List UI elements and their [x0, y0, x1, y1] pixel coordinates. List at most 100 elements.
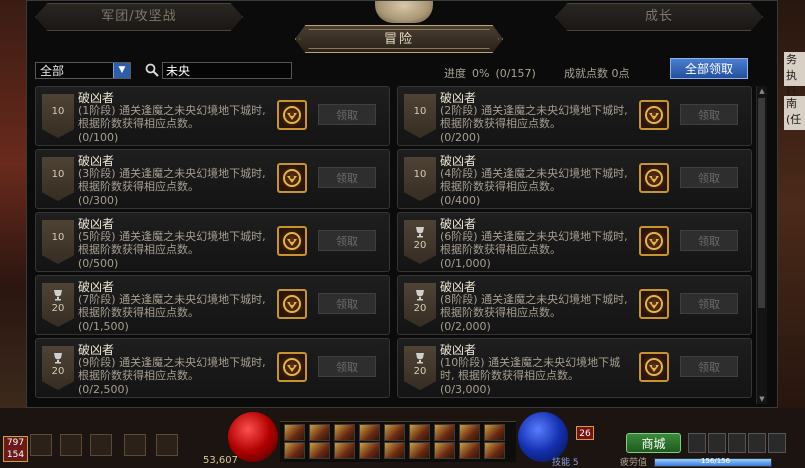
skill-slot[interactable]: [359, 442, 380, 459]
badge: 10: [404, 94, 436, 138]
achievement-count: (0/100): [78, 131, 119, 144]
skill-slot[interactable]: [459, 442, 480, 459]
reward-box-icon[interactable]: [277, 289, 307, 319]
achievement-desc: (2阶段) 通关逢魔之未央幻境地下城时, 根据阶数获得相应点数。: [440, 104, 628, 130]
reward-box-icon[interactable]: [277, 352, 307, 382]
menu-icon[interactable]: [708, 433, 726, 453]
reward-box-icon[interactable]: [277, 100, 307, 130]
tab-adventure[interactable]: 冒险: [295, 25, 503, 53]
notification-badge[interactable]: 26: [576, 426, 594, 440]
menu-icon[interactable]: [728, 433, 746, 453]
quick-slot[interactable]: [90, 434, 112, 456]
achievement-card: 20 破凶者 (9阶段) 通关逢魔之未央幻境地下城时, 根据阶数获得相应点数。 …: [35, 338, 390, 398]
claim-button[interactable]: 领取: [318, 167, 376, 188]
achievement-desc: (7阶段) 通关逢魔之未央幻境地下城时, 根据阶数获得相应点数。: [78, 293, 266, 319]
reward-box-icon[interactable]: [277, 163, 307, 193]
skill-slot[interactable]: [384, 424, 405, 441]
fatigue-label: 疲劳值: [620, 458, 648, 468]
scroll-down-icon[interactable]: ▼: [757, 394, 767, 404]
reward-emblem-icon: [645, 295, 663, 313]
skill-slot[interactable]: [359, 424, 380, 441]
achievement-points: 成就点数 0点: [564, 67, 630, 80]
achievement-count: (0/200): [440, 131, 481, 144]
quick-slot[interactable]: [30, 434, 52, 456]
skill-slot[interactable]: [409, 442, 430, 459]
quick-slot[interactable]: [156, 434, 178, 456]
achievement-card: 10 破凶者 (1阶段) 通关逢魔之未央幻境地下城时, 根据阶数获得相应点数。 …: [35, 86, 390, 146]
reward-emblem-icon: [645, 169, 663, 187]
skill-slot[interactable]: [409, 424, 430, 441]
skill-slot[interactable]: [309, 424, 330, 441]
skill-slot[interactable]: [434, 442, 455, 459]
claim-button[interactable]: 领取: [318, 293, 376, 314]
skill-bar: [280, 421, 516, 462]
skill-slot[interactable]: [284, 424, 305, 441]
menu-grid-icon[interactable]: [688, 433, 706, 453]
badge: 20: [404, 283, 436, 327]
skill-slot[interactable]: [334, 424, 355, 441]
reward-box-icon[interactable]: [639, 163, 669, 193]
skill-slot[interactable]: [384, 442, 405, 459]
achievement-card: 20 破凶者 (7阶段) 通关逢魔之未央幻境地下城时, 根据阶数获得相应点数。 …: [35, 275, 390, 335]
badge: 10: [42, 157, 74, 201]
achievement-desc: (5阶段) 通关逢魔之未央幻境地下城时, 根据阶数获得相应点数。: [78, 230, 266, 256]
skill-slot[interactable]: [459, 424, 480, 441]
achievement-desc: (1阶段) 通关逢魔之未央幻境地下城时, 根据阶数获得相应点数。: [78, 104, 266, 130]
reward-box-icon[interactable]: [639, 226, 669, 256]
tab-growth[interactable]: 成长: [555, 3, 763, 31]
quick-slot[interactable]: [124, 434, 146, 456]
achievement-desc: (8阶段) 通关逢魔之未央幻境地下城时, 根据阶数获得相应点数。: [440, 293, 628, 319]
category-dropdown[interactable]: 全部 ▼: [35, 62, 131, 79]
claim-button[interactable]: 领取: [318, 104, 376, 125]
reward-emblem-icon: [283, 106, 301, 124]
fatigue-value: 156/156: [701, 457, 731, 465]
skill-slot[interactable]: [309, 442, 330, 459]
game-background-left: [0, 0, 26, 410]
claim-all-button[interactable]: 全部领取: [670, 58, 748, 79]
skill-points: 技能 5: [552, 458, 579, 468]
side-fragment: 南 (任: [784, 96, 805, 130]
chevron-down-icon[interactable]: ▼: [113, 63, 130, 78]
claim-button[interactable]: 领取: [318, 356, 376, 377]
skill-slot[interactable]: [484, 424, 505, 441]
reward-emblem-icon: [283, 169, 301, 187]
claim-button[interactable]: 领取: [318, 230, 376, 251]
game-background-right: 务执行 南 (任: [778, 0, 805, 410]
shop-button[interactable]: 商城: [626, 433, 681, 453]
search-icon: [145, 63, 159, 77]
reward-emblem-icon: [645, 232, 663, 250]
reward-box-icon[interactable]: [639, 100, 669, 130]
badge: 20: [404, 220, 436, 264]
reward-emblem-icon: [283, 358, 301, 376]
skill-slot[interactable]: [484, 442, 505, 459]
reward-box-icon[interactable]: [277, 226, 307, 256]
claim-button[interactable]: 领取: [680, 230, 738, 251]
menu-icon[interactable]: [768, 433, 786, 453]
skill-slot[interactable]: [334, 442, 355, 459]
scroll-up-icon[interactable]: ▲: [757, 86, 767, 96]
skill-slot[interactable]: [284, 442, 305, 459]
reward-emblem-icon: [645, 106, 663, 124]
reward-emblem-icon: [283, 295, 301, 313]
scroll-thumb[interactable]: [758, 98, 765, 308]
reward-box-icon[interactable]: [639, 352, 669, 382]
search-input[interactable]: [162, 62, 292, 79]
tab-legion[interactable]: 军团/攻坚战: [35, 3, 243, 31]
reward-box-icon[interactable]: [639, 289, 669, 319]
claim-button[interactable]: 领取: [680, 104, 738, 125]
achievement-card: 10 破凶者 (2阶段) 通关逢魔之未央幻境地下城时, 根据阶数获得相应点数。 …: [397, 86, 752, 146]
scrollbar[interactable]: ▲ ▼: [756, 86, 767, 404]
menu-icon[interactable]: [748, 433, 766, 453]
achievement-card: 10 破凶者 (3阶段) 通关逢魔之未央幻境地下城时, 根据阶数获得相应点数。 …: [35, 149, 390, 209]
claim-button[interactable]: 领取: [680, 293, 738, 314]
skill-slot[interactable]: [434, 424, 455, 441]
claim-button[interactable]: 领取: [680, 167, 738, 188]
claim-button[interactable]: 领取: [680, 356, 738, 377]
quick-slot[interactable]: [60, 434, 82, 456]
achievement-desc: (6阶段) 通关逢魔之未央幻境地下城时, 根据阶数获得相应点数。: [440, 230, 628, 256]
achievement-desc: (3阶段) 通关逢魔之未央幻境地下城时, 根据阶数获得相应点数。: [78, 167, 266, 193]
badge: 10: [42, 94, 74, 138]
achievement-desc: (9阶段) 通关逢魔之未央幻境地下城时, 根据阶数获得相应点数。: [78, 356, 266, 382]
trophy-icon: [416, 353, 424, 364]
achievement-count: (0/500): [78, 257, 119, 270]
